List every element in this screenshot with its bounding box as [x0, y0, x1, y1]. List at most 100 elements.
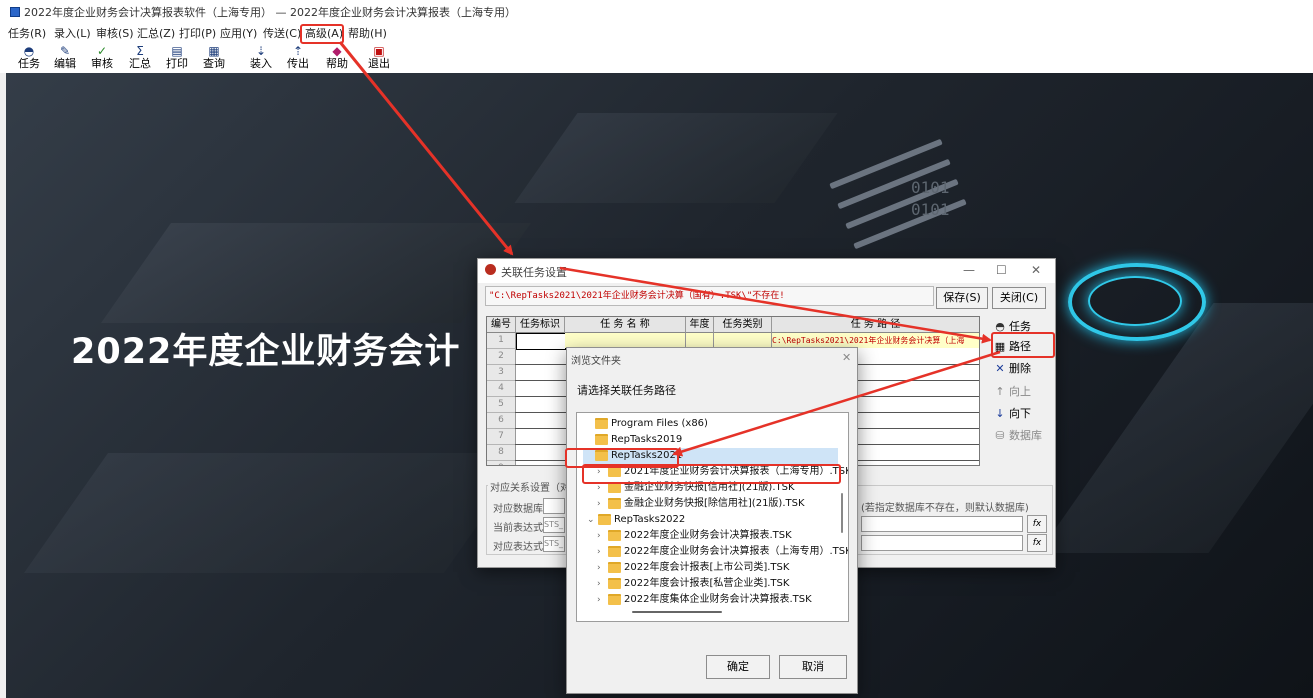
menu-audit[interactable]: 审核(S) — [96, 25, 134, 41]
toolbar-task-label: 任务 — [18, 57, 40, 70]
corr-db-note: (若指定数据库不存在，则默认数据库) — [861, 503, 1029, 514]
chevron-right-icon[interactable]: › — [597, 576, 608, 592]
toolbar-exit-label: 退出 — [368, 57, 390, 70]
row-number: 1 — [487, 333, 516, 349]
move-up-button[interactable]: ↑ 向上 — [993, 383, 1048, 401]
toolbar-print-button[interactable]: ▤ 打印 — [161, 42, 193, 72]
menu-transfer[interactable]: 传送(C) — [263, 25, 301, 41]
toolbar-query-label: 查询 — [203, 57, 225, 70]
toolbar-task-button[interactable]: ◓ 任务 — [13, 42, 45, 72]
check-icon: ✓ — [96, 44, 108, 58]
maximize-icon[interactable]: ☐ — [996, 263, 1007, 277]
fx-button[interactable]: fx — [1027, 534, 1047, 552]
cancel-button[interactable]: 取消 — [779, 655, 847, 679]
menu-print[interactable]: 打印(P) — [179, 25, 216, 41]
toolbar-export-button[interactable]: ⇡ 传出 — [282, 42, 314, 72]
horizontal-scrollbar[interactable] — [632, 611, 722, 613]
row-number: 4 — [487, 381, 516, 397]
database-button[interactable]: ⛁ 数据库 — [993, 427, 1048, 445]
toolbar-summary-button[interactable]: Σ 汇总 — [124, 42, 156, 72]
summary-icon: Σ — [136, 44, 144, 58]
task-name-cell[interactable] — [565, 333, 686, 348]
corr-db-label: 对应数据库 — [493, 504, 543, 515]
decoration-slab — [514, 113, 838, 203]
row-number: 2 — [487, 349, 516, 365]
task-id-cell[interactable] — [516, 333, 566, 350]
tree-item[interactable]: RepTasks2019 — [595, 432, 682, 448]
decoration-binary-text: 0101 — [911, 178, 950, 197]
close-icon[interactable]: ✕ — [842, 351, 851, 364]
menu-apply[interactable]: 应用(Y) — [220, 25, 257, 41]
toolbar-edit-button[interactable]: ✎ 编辑 — [49, 42, 81, 72]
row-number: 3 — [487, 365, 516, 381]
tree-item[interactable]: › 2022年度企业财务会计决算报表.TSK — [597, 528, 792, 544]
folder-tree: Program Files (x86) RepTasks2019 RepTask… — [576, 412, 849, 622]
task-icon: ◓ — [23, 44, 35, 58]
tree-item[interactable]: › 2022年度企业财务会计决算报表（上海专用）.TSK — [597, 544, 848, 560]
menu-summary[interactable]: 汇总(Z) — [137, 25, 175, 41]
delete-button[interactable]: ✕ 删除 — [993, 360, 1048, 378]
tree-item[interactable]: Program Files (x86) — [595, 416, 708, 432]
column-header: 任务标识 — [516, 317, 565, 333]
toolbar-query-button[interactable]: ▦ 查询 — [198, 42, 230, 72]
tree-item[interactable]: › 2022年度会计报表[上市公司类].TSK — [597, 560, 789, 576]
title-bar: 2022年度企业财务会计决算报表软件（上海专用） — 2022年度企业财务会计决… — [0, 0, 1313, 22]
column-header: 编号 — [487, 317, 516, 333]
export-icon: ⇡ — [292, 44, 304, 58]
close-button[interactable]: 关闭(C) — [992, 287, 1046, 309]
chevron-right-icon[interactable]: › — [597, 496, 608, 512]
browse-dialog-title: 浏览文件夹 — [571, 356, 621, 367]
close-icon[interactable]: ✕ — [1031, 263, 1041, 277]
chevron-right-icon[interactable]: › — [597, 544, 608, 560]
task-path-cell[interactable]: C:\RepTasks2021\2021年企业财务会计决算（上海 — [772, 333, 979, 348]
tree-item[interactable]: › 2022年度集体企业财务会计决算报表.TSK — [597, 592, 812, 608]
toolbar-summary-label: 汇总 — [129, 57, 151, 70]
toolbar-exit-button[interactable]: ▣ 退出 — [363, 42, 395, 72]
folder-icon — [608, 577, 621, 589]
row-number: 5 — [487, 397, 516, 413]
print-icon: ▤ — [171, 44, 183, 58]
corr-expr-field[interactable]: STS_ — [543, 536, 565, 552]
vertical-scrollbar[interactable] — [841, 493, 843, 533]
toolbar-import-button[interactable]: ⇣ 装入 — [245, 42, 277, 72]
corr-db-field[interactable] — [543, 498, 565, 514]
folder-icon — [598, 513, 611, 525]
menu-task[interactable]: 任务(R) — [8, 25, 46, 41]
folder-icon — [608, 561, 621, 573]
chevron-down-icon[interactable]: ⌄ — [587, 512, 598, 528]
tree-item-label: 金融企业财务快报[除信用社](21版).TSK — [624, 498, 805, 509]
corr-expr-field-right[interactable] — [861, 535, 1023, 551]
row-number: 7 — [487, 429, 516, 445]
task-year-cell[interactable] — [686, 333, 714, 348]
toolbar-help-button[interactable]: ◆ 帮助 — [321, 42, 353, 72]
chevron-right-icon[interactable]: › — [597, 560, 608, 576]
menu-help[interactable]: 帮助(H) — [348, 25, 387, 41]
current-expr-field-right[interactable] — [861, 516, 1023, 532]
row-number: 9 — [487, 461, 516, 465]
help-icon: ◆ — [332, 44, 342, 58]
ok-button[interactable]: 确定 — [706, 655, 770, 679]
tree-item[interactable]: ⌄ RepTasks2022 — [587, 512, 685, 528]
task-category-cell[interactable] — [714, 333, 772, 348]
current-expr-field[interactable]: STS_ — [543, 517, 565, 533]
menu-input[interactable]: 录入(L) — [54, 25, 91, 41]
chevron-right-icon[interactable]: › — [597, 528, 608, 544]
highlight-tsk-file — [582, 464, 841, 484]
decoration-slab — [1038, 303, 1313, 553]
decoration-ring — [1088, 276, 1182, 326]
move-down-button[interactable]: ↓ 向下 — [993, 405, 1048, 423]
folder-icon — [608, 545, 621, 557]
tree-item[interactable]: › 金融企业财务快报[除信用社](21版).TSK — [597, 496, 805, 512]
row-number: 6 — [487, 413, 516, 429]
toolbar: ◓ 任务 ✎ 编辑 ✓ 审核 Σ 汇总 ▤ 打印 ▦ 查询 ⇣ 装入 ⇡ 传出 ◆ 帮助 ▣ 退出 — [0, 41, 1313, 73]
move-down-label: 向下 — [1009, 407, 1031, 420]
toolbar-audit-button[interactable]: ✓ 审核 — [86, 42, 118, 72]
tree-item[interactable]: › 2022年度会计报表[私营企业类].TSK — [597, 576, 789, 592]
chevron-right-icon[interactable]: › — [597, 592, 608, 608]
fx-button[interactable]: fx — [1027, 515, 1047, 533]
folder-icon — [595, 433, 608, 445]
save-button[interactable]: 保存(S) — [936, 287, 988, 309]
tree-item-label: RepTasks2019 — [611, 434, 683, 445]
minimize-icon[interactable]: — — [963, 263, 975, 277]
menu-bar: 任务(R) 录入(L) 审核(S) 汇总(Z) 打印(P) 应用(Y) 传送(C… — [0, 22, 1313, 41]
